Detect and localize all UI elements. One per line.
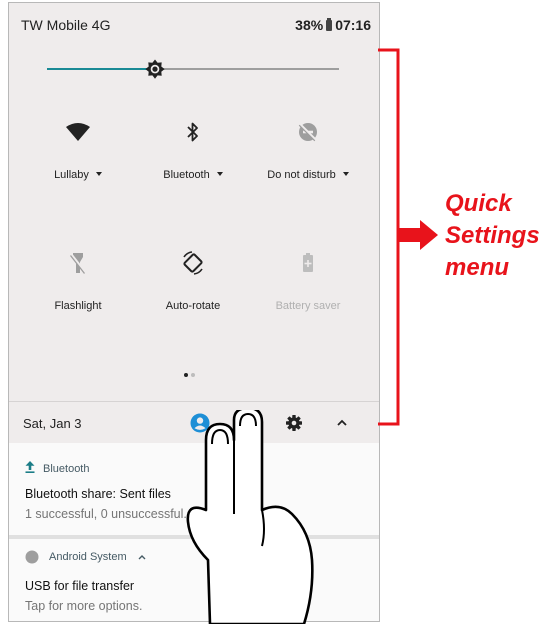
android-system-icon [25, 550, 39, 564]
tile-label-flashlight: Flashlight [54, 300, 102, 312]
battery-icon [326, 18, 333, 31]
flashlight-off-icon [69, 253, 86, 274]
upload-arrow-icon [25, 461, 35, 473]
dropdown-caret-icon[interactable] [95, 172, 102, 176]
expand-chevron-up-icon[interactable] [137, 553, 147, 561]
tile-bluetooth[interactable]: Bluetooth [134, 115, 252, 181]
tile-do-not-disturb[interactable]: Do not disturb [249, 115, 367, 181]
notification-title: USB for file transfer [25, 579, 135, 593]
date-label: Sat, Jan 3 [23, 416, 82, 431]
page-indicator [184, 364, 198, 382]
collapse-chevron-up-icon[interactable] [331, 412, 353, 434]
annotation-line: Quick [445, 190, 512, 217]
status-bar: TW Mobile 4G 38% 07:16 [9, 3, 379, 43]
tile-label-bluetooth: Bluetooth [163, 169, 210, 181]
tile-label-battery-saver: Battery saver [275, 300, 341, 312]
tile-label-dnd: Do not disturb [267, 169, 336, 181]
dropdown-caret-icon[interactable] [342, 172, 349, 176]
battery-percent: 38% [295, 17, 324, 33]
brightness-fill [47, 68, 155, 70]
carrier-name: TW Mobile 4G [21, 17, 111, 33]
status-right: 38% 07:16 [295, 17, 371, 33]
notification-text: 1 successful, 0 unsuccessful. [25, 507, 187, 521]
notification-app-name: Bluetooth [43, 463, 90, 475]
brightness-slider[interactable] [47, 59, 339, 79]
brightness-icon[interactable] [143, 57, 167, 81]
tile-label-auto-rotate: Auto-rotate [165, 300, 221, 312]
tile-label-wifi: Lullaby [54, 169, 89, 181]
tile-auto-rotate[interactable]: Auto-rotate [134, 246, 252, 312]
notification-title: Bluetooth share: Sent files [25, 487, 171, 501]
page-dot-active [184, 373, 188, 377]
page-dot-inactive [191, 373, 195, 377]
annotation-line: menu [445, 254, 510, 281]
clock: 07:16 [335, 17, 371, 33]
two-finger-gesture-hand-icon [186, 410, 314, 624]
auto-rotate-icon [183, 251, 203, 275]
battery-saver-icon [303, 253, 313, 272]
quick-settings-annotation: Quick Settings menu [445, 188, 540, 284]
tile-battery-saver[interactable]: Battery saver [249, 246, 367, 312]
tile-flashlight[interactable]: Flashlight [19, 246, 137, 312]
notification-app-name: Android System [49, 551, 127, 563]
quick-settings-bracket [378, 48, 438, 426]
notification-text: Tap for more options. [25, 599, 143, 613]
bluetooth-icon [187, 122, 198, 142]
wifi-icon [66, 123, 90, 141]
annotation-line: Settings [445, 222, 540, 249]
dropdown-caret-icon[interactable] [216, 172, 223, 176]
do-not-disturb-icon [298, 123, 317, 142]
tile-wifi[interactable]: Lullaby [19, 115, 137, 181]
